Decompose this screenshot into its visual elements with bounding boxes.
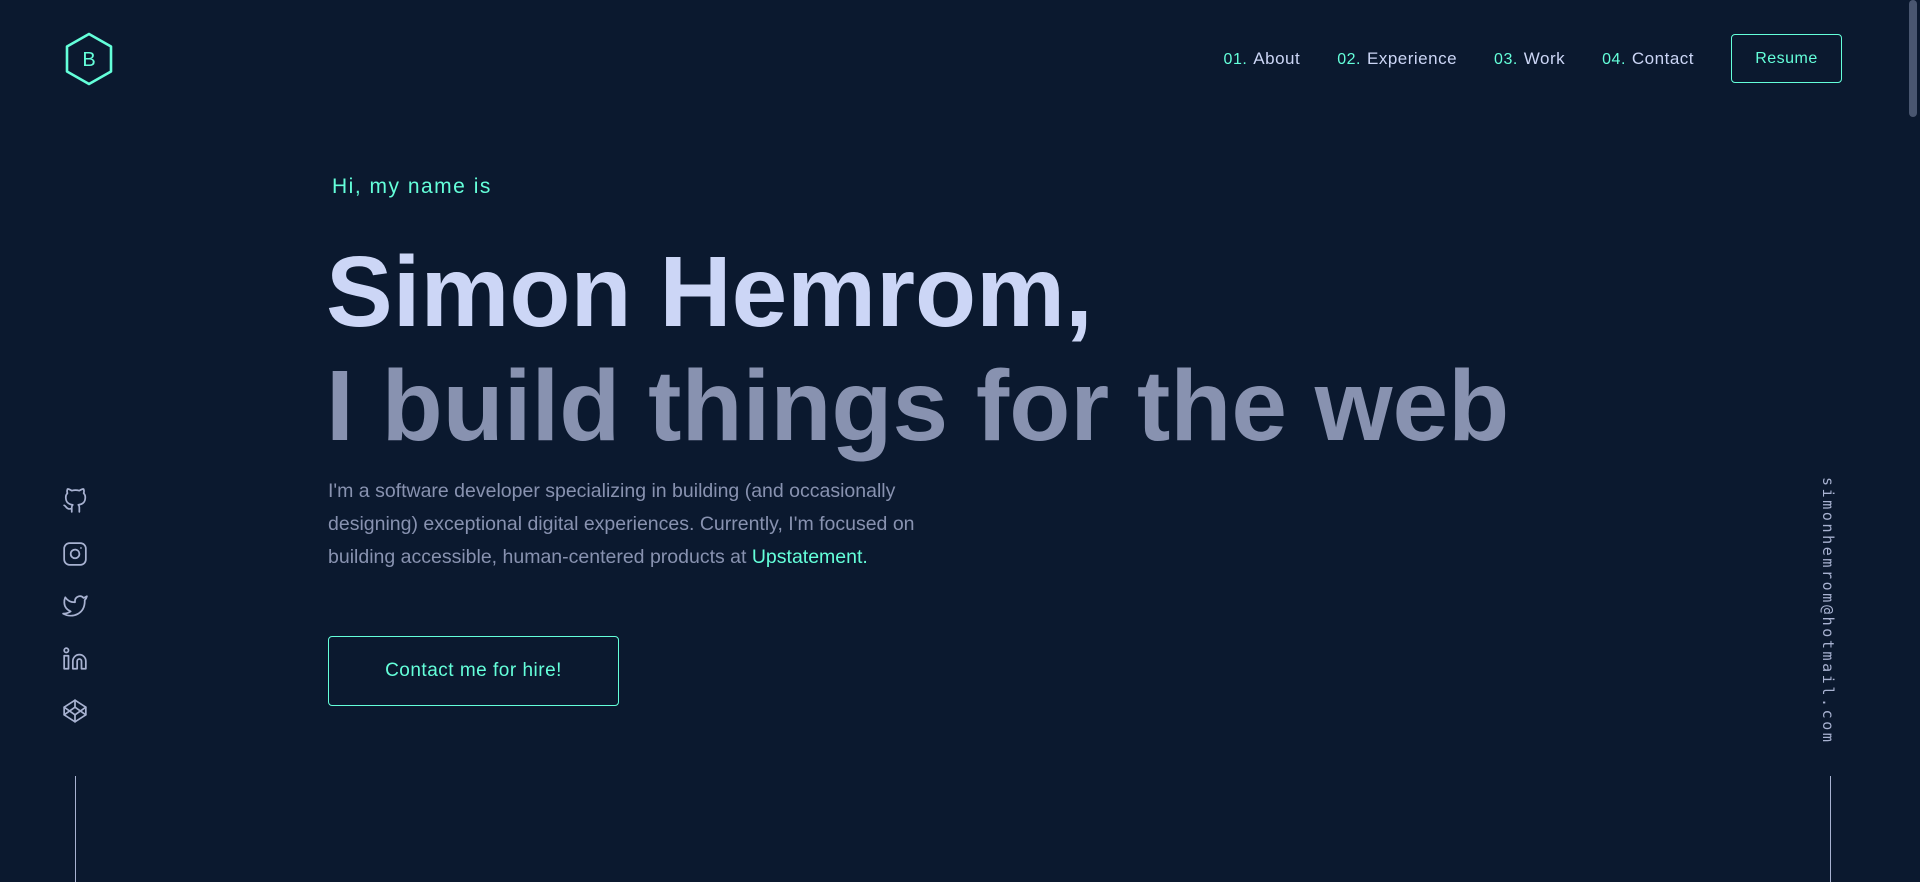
nav-item-label: Experience <box>1366 48 1458 68</box>
scrollbar[interactable] <box>1906 0 1920 882</box>
nav-item-work[interactable]: 03. Work <box>1494 49 1565 69</box>
nav-item-experience[interactable]: 02. Experience <box>1337 49 1457 69</box>
linkedin-icon[interactable] <box>62 646 88 672</box>
resume-button[interactable]: Resume <box>1731 34 1842 83</box>
page: B 01. About 02. Experience 03. Work 04. … <box>0 0 1920 882</box>
nav-item-contact[interactable]: 04. Contact <box>1602 49 1694 69</box>
nav-item-label: Work <box>1523 48 1566 68</box>
contact-cta-button[interactable]: Contact me for hire! <box>328 636 619 706</box>
main-nav: 01. About 02. Experience 03. Work 04. Co… <box>1224 34 1842 83</box>
hexagon-logo-icon: B <box>65 32 113 86</box>
right-rail-line <box>1830 776 1831 882</box>
github-icon[interactable] <box>62 488 88 514</box>
nav-item-about[interactable]: 01. About <box>1224 49 1301 69</box>
hero-greeting: Hi, my name is <box>332 175 492 198</box>
codepen-icon[interactable] <box>62 698 88 724</box>
hero-tagline: I build things for the web <box>326 350 1510 462</box>
scrollbar-thumb[interactable] <box>1909 0 1917 117</box>
nav-item-number: 03. <box>1494 50 1518 68</box>
logo-link[interactable]: B <box>64 32 114 86</box>
nav-item-number: 01. <box>1223 50 1248 68</box>
company-link[interactable]: Upstatement. <box>752 546 868 568</box>
email-link[interactable]: simonhemrom@hotmail.com <box>1819 477 1837 745</box>
left-rail-line <box>75 776 76 882</box>
nav-item-number: 02. <box>1337 50 1361 68</box>
instagram-icon[interactable] <box>62 541 88 567</box>
nav-item-label: About <box>1253 48 1301 68</box>
nav-item-label: Contact <box>1631 48 1694 68</box>
logo-letter: B <box>82 49 95 71</box>
hero-description: I'm a software developer specializing in… <box>328 475 968 574</box>
hero-name: Simon Hemrom, <box>326 236 1093 348</box>
social-links <box>62 488 88 751</box>
nav-item-number: 04. <box>1602 50 1626 68</box>
twitter-icon[interactable] <box>62 593 88 619</box>
